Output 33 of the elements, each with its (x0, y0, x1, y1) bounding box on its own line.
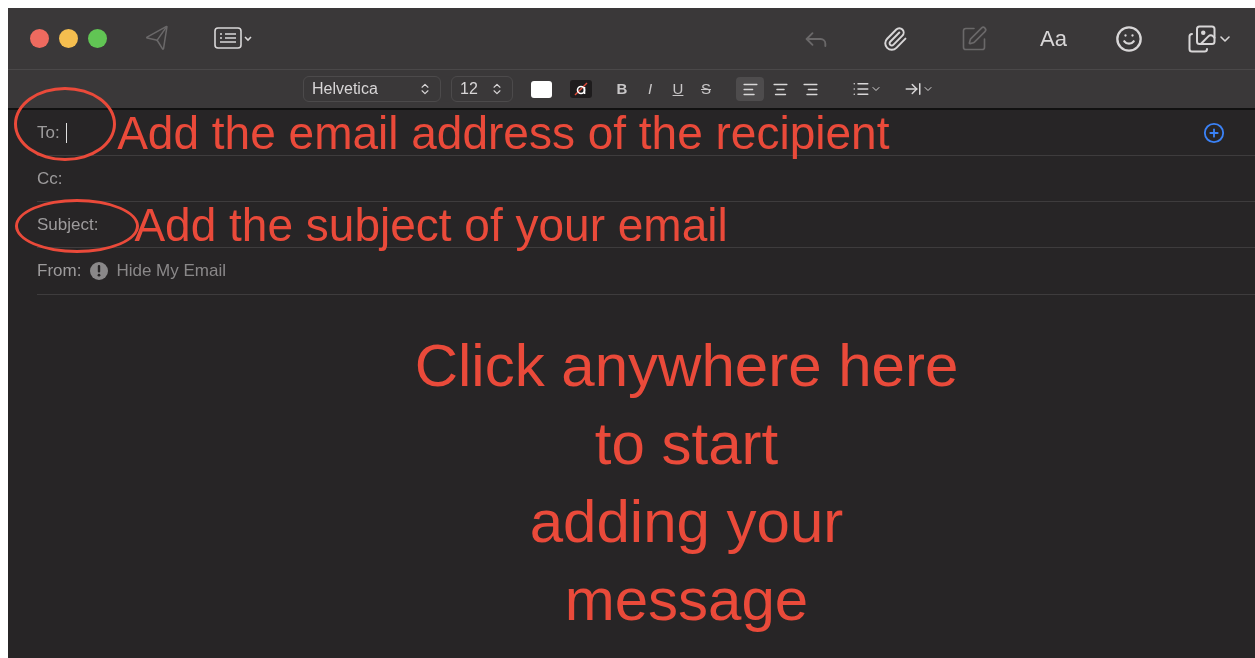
field-label: Cc: (37, 167, 63, 190)
annotation-text: adding your (529, 487, 844, 557)
warning-icon (90, 262, 109, 280)
photo-button[interactable] (1187, 23, 1233, 54)
bulleted-list-icon (852, 80, 870, 98)
format-button[interactable]: Aa (1040, 22, 1067, 55)
annotation-text: Click anywhere here (414, 331, 959, 401)
indent-button[interactable] (904, 80, 934, 98)
emoji-button[interactable] (1115, 24, 1143, 53)
minimize-button[interactable] (59, 29, 78, 48)
list-button[interactable] (852, 80, 882, 98)
text-style-button[interactable]: I (642, 77, 658, 101)
indent-arrow-icon (904, 80, 922, 98)
from-address[interactable]: Hide My Email (116, 258, 226, 284)
size-select[interactable]: 12 (451, 76, 513, 102)
text-style-button[interactable]: B (614, 77, 630, 101)
field-label: Subject: (37, 213, 99, 236)
text-style-button[interactable]: U (670, 77, 686, 101)
annotation-text: message (564, 565, 809, 635)
message-body[interactable]: Click anywhere here to start adding your message (8, 295, 1255, 658)
attach-button[interactable] (882, 25, 909, 52)
highlight-color-icon[interactable] (570, 80, 592, 98)
align-button[interactable] (736, 77, 764, 101)
close-button[interactable] (30, 29, 49, 48)
font-select[interactable]: Helvetica (303, 76, 441, 102)
field-label: To: (37, 121, 60, 144)
add-contact-icon[interactable] (1203, 121, 1225, 144)
zoom-button[interactable] (88, 29, 107, 48)
text-color-swatch[interactable] (531, 80, 552, 98)
photos-icon (1187, 23, 1217, 54)
field-label: From: (37, 260, 82, 283)
text-style-button[interactable]: S (698, 77, 714, 101)
annotation-text: to start (594, 409, 779, 479)
